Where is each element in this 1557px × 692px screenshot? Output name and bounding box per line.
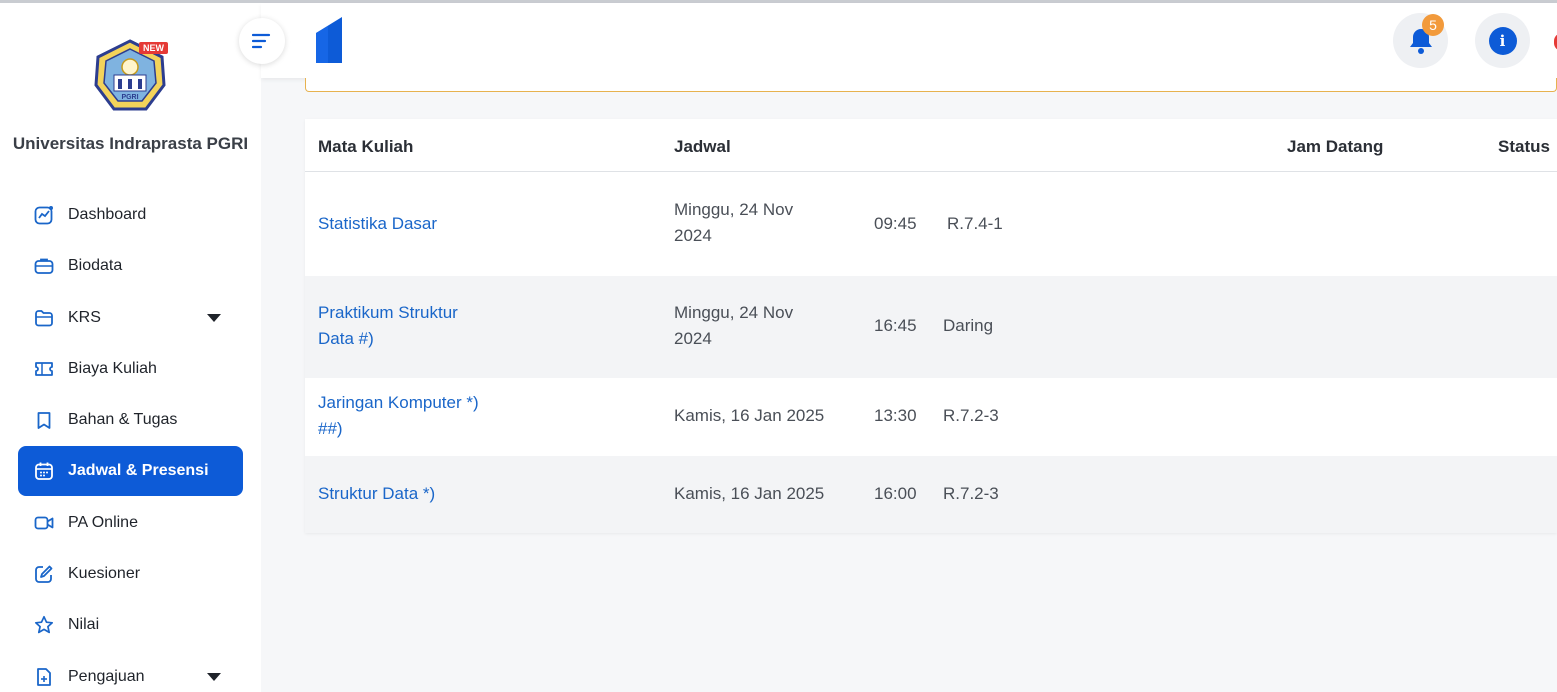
bookmark-icon <box>33 409 55 431</box>
sidebar-item-label: PA Online <box>68 513 138 531</box>
column-header-status[interactable]: Status <box>1498 137 1550 157</box>
table-header: Mata Kuliah Jadwal Jam Datang Status <box>305 119 1557 172</box>
sidebar-item-bahan-tugas[interactable]: Bahan & Tugas <box>18 395 243 445</box>
column-header-arrival[interactable]: Jam Datang <box>1287 137 1383 157</box>
sidebar-item-label: Jadwal & Presensi <box>68 462 209 480</box>
table-row: Struktur Data *) Kamis, 16 Jan 2025 16:0… <box>305 456 1557 533</box>
date-line: Minggu, 24 Nov <box>674 200 794 219</box>
course-name-line[interactable]: Data #) <box>318 326 518 352</box>
star-icon <box>33 614 55 636</box>
sidebar-item-pa-online[interactable]: PA Online <box>18 498 243 548</box>
course-name-line[interactable]: Jaringan Komputer *) <box>318 390 518 416</box>
calendar-icon <box>33 460 55 482</box>
sidebar-item-biaya-kuliah[interactable]: Biaya Kuliah <box>18 344 243 394</box>
schedule-room: R.7.4-1 <box>947 214 1003 233</box>
sidebar-item-dashboard[interactable]: Dashboard <box>18 190 243 240</box>
schedule-room: Daring <box>943 316 994 335</box>
date-line: 2024 <box>674 329 712 348</box>
sidebar-item-label: Biodata <box>68 257 123 275</box>
sidebar-item-label: Dashboard <box>68 206 147 223</box>
info-button[interactable]: i <box>1475 13 1530 68</box>
schedule-time: 16:00 <box>874 484 917 503</box>
edit-icon <box>33 563 55 585</box>
schedule-room: R.7.2-3 <box>943 406 999 425</box>
schedule-date: Kamis, 16 Jan 2025 <box>674 403 864 429</box>
app-logo <box>314 17 344 68</box>
course-link[interactable]: Jaringan Komputer *) ##) <box>318 390 518 442</box>
sidebar-item-pengajuan[interactable]: Pengajuan <box>18 652 243 692</box>
course-name-line[interactable]: Praktikum Struktur <box>318 300 518 326</box>
new-badge: NEW <box>139 42 168 54</box>
briefcase-icon <box>33 255 55 277</box>
schedule-table: Mata Kuliah Jadwal Jam Datang Status Sta… <box>305 119 1557 533</box>
notification-button[interactable]: 5 <box>1393 13 1448 68</box>
course-name-line[interactable]: ##) <box>318 416 518 442</box>
table-row: Praktikum Struktur Data #) Minggu, 24 No… <box>305 276 1557 378</box>
sidebar-item-label: KRS <box>68 308 101 326</box>
sidebar-item-label: Biaya Kuliah <box>68 359 157 377</box>
sidebar-item-nilai[interactable]: Nilai <box>18 600 243 650</box>
info-icon: i <box>1488 26 1517 55</box>
schedule-time: 09:45 <box>874 214 917 233</box>
ticket-icon <box>33 358 55 380</box>
date-line: Kamis, 16 Jan 2025 <box>674 484 825 503</box>
course-name-line[interactable]: Statistika Dasar <box>318 211 518 237</box>
document-add-icon <box>33 666 55 688</box>
alert-banner <box>305 78 1557 92</box>
schedule-date: Minggu, 24 Nov 2024 <box>674 300 824 352</box>
schedule-time: 13:30 <box>874 406 917 425</box>
sidebar-item-label: Pengajuan <box>68 667 145 685</box>
chevron-down-icon[interactable] <box>207 672 221 681</box>
course-link[interactable]: Statistika Dasar <box>318 211 518 237</box>
table-row: Jaringan Komputer *) ##) Kamis, 16 Jan 2… <box>305 378 1557 456</box>
course-name-line[interactable]: Struktur Data *) <box>318 481 518 507</box>
sidebar-item-label: Nilai <box>68 616 100 634</box>
sidebar-nav: Dashboard Biodata KRS Biaya Kuliah Bahan… <box>18 190 243 692</box>
schedule-room: R.7.2-3 <box>943 484 999 503</box>
chevron-down-icon[interactable] <box>207 313 221 322</box>
notification-count-badge: 5 <box>1422 14 1444 36</box>
logo-text: PGRI <box>121 94 138 101</box>
schedule-date: Kamis, 16 Jan 2025 <box>674 481 864 507</box>
sidebar-item-kuesioner[interactable]: Kuesioner <box>18 549 243 599</box>
column-header-course[interactable]: Mata Kuliah <box>318 137 413 157</box>
sidebar-item-jadwal-presensi[interactable]: Jadwal & Presensi <box>18 446 243 497</box>
video-icon <box>33 512 55 534</box>
menu-icon <box>252 33 271 49</box>
university-logo: PGRI NEW <box>90 37 170 115</box>
sidebar: PGRI NEW Universitas Indraprasta PGRI Da… <box>0 3 261 692</box>
chart-icon <box>33 204 55 226</box>
date-line: Minggu, 24 Nov <box>674 303 794 322</box>
sidebar-item-label: Kuesioner <box>68 565 141 583</box>
menu-toggle-button[interactable] <box>239 18 285 64</box>
sidebar-item-biodata[interactable]: Biodata <box>18 241 243 291</box>
date-line: 2024 <box>674 226 712 245</box>
date-line: Kamis, 16 Jan 2025 <box>674 406 825 425</box>
university-name: Universitas Indraprasta PGRI <box>12 134 249 153</box>
column-header-schedule[interactable]: Jadwal <box>674 137 731 157</box>
sidebar-item-label: Bahan & Tugas <box>68 411 178 429</box>
course-link[interactable]: Struktur Data *) <box>318 481 518 507</box>
course-link[interactable]: Praktikum Struktur Data #) <box>318 300 518 352</box>
schedule-time: 16:45 <box>874 316 917 335</box>
folder-icon <box>33 307 55 329</box>
sidebar-item-krs[interactable]: KRS <box>18 293 243 343</box>
topbar: 5 i <box>261 3 1557 78</box>
table-row: Statistika Dasar Minggu, 24 Nov 2024 09:… <box>305 173 1557 276</box>
schedule-date: Minggu, 24 Nov 2024 <box>674 197 824 249</box>
